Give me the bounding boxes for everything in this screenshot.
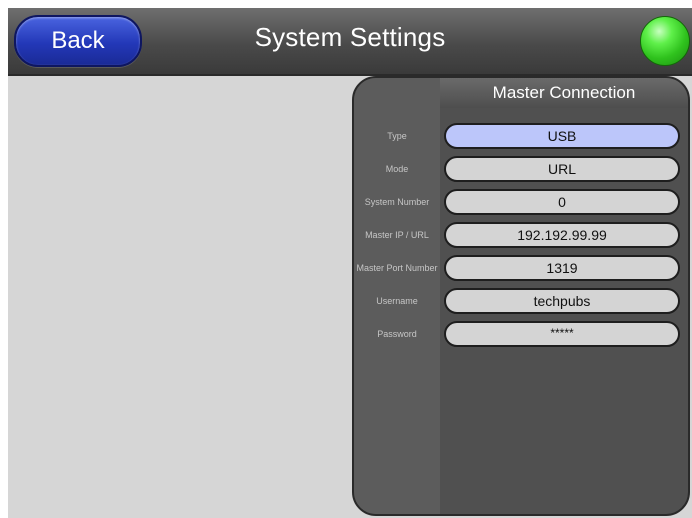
mode-label: Mode: [385, 164, 409, 174]
page-title: System Settings: [254, 22, 446, 52]
settings-row-password: Password *****: [354, 319, 688, 349]
username-label: Username: [376, 296, 418, 306]
settings-row-username: Username techpubs: [354, 286, 688, 316]
master-port-label: Master Port Number: [356, 263, 438, 273]
settings-row-mode: Mode URL: [354, 154, 688, 184]
type-field[interactable]: USB: [444, 123, 680, 149]
settings-row-master-ip: Master IP / URL 192.192.99.99: [354, 220, 688, 250]
settings-row-type: Type USB: [354, 121, 688, 151]
type-label: Type: [387, 131, 407, 141]
password-field[interactable]: *****: [444, 321, 680, 347]
mode-field[interactable]: URL: [444, 156, 680, 182]
connection-status-icon: [640, 16, 690, 66]
master-ip-label: Master IP / URL: [365, 230, 429, 240]
password-label: Password: [377, 329, 417, 339]
master-ip-field[interactable]: 192.192.99.99: [444, 222, 680, 248]
system-number-field[interactable]: 0: [444, 189, 680, 215]
system-number-label: System Number: [364, 197, 430, 207]
header-bar: Back System Settings: [8, 8, 692, 76]
master-connection-panel: Master Connection Type USB Mode URL Syst…: [352, 76, 690, 516]
panel-title: Master Connection: [440, 78, 688, 108]
username-field[interactable]: techpubs: [444, 288, 680, 314]
master-port-field[interactable]: 1319: [444, 255, 680, 281]
settings-row-system-number: System Number 0: [354, 187, 688, 217]
settings-row-master-port: Master Port Number 1319: [354, 253, 688, 283]
system-settings-screen: Back System Settings Master Connection T…: [0, 0, 692, 518]
